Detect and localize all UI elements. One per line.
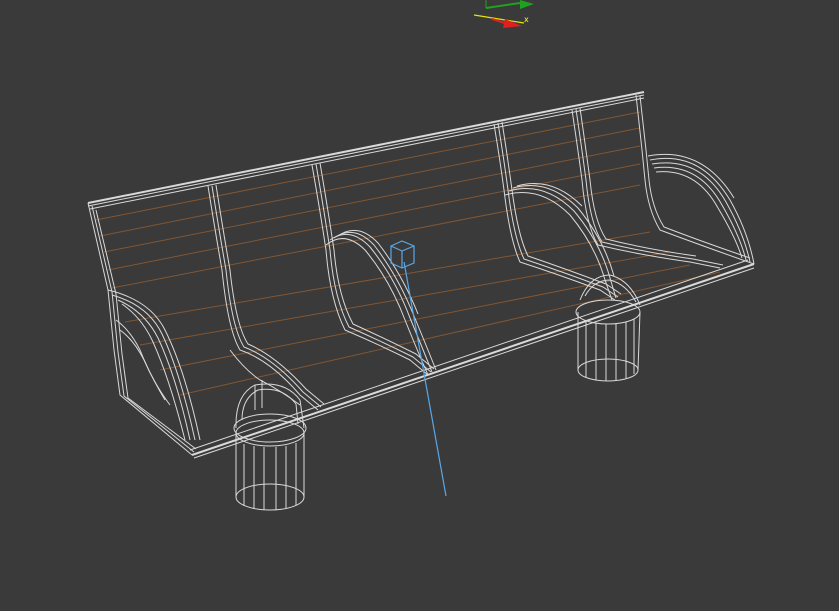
- pivot-helper[interactable]: [390, 240, 447, 497]
- gizmo-x-label: x: [524, 15, 529, 24]
- gizmo-y-axis[interactable]: [485, 2, 521, 9]
- bench-armrest-far-right: [635, 94, 755, 265]
- 3d-viewport[interactable]: x: [0, 0, 839, 611]
- transform-gizmo[interactable]: x: [473, 0, 534, 28]
- pivot-line: [403, 261, 447, 497]
- bench-armrest-middle-left: [311, 162, 437, 376]
- gizmo-x-arrow[interactable]: [503, 19, 522, 28]
- bench-backrest-top-rail: [87, 91, 645, 210]
- bench-armrest-right: [493, 107, 724, 301]
- gizmo-y-arrow[interactable]: [520, 0, 534, 9]
- bench-seat-front-edge: [189, 259, 755, 459]
- wireframe-scene[interactable]: x: [0, 0, 839, 611]
- bench-leg-left: [233, 380, 307, 511]
- cube-icon[interactable]: [390, 240, 415, 269]
- bench-left-side: [87, 202, 201, 456]
